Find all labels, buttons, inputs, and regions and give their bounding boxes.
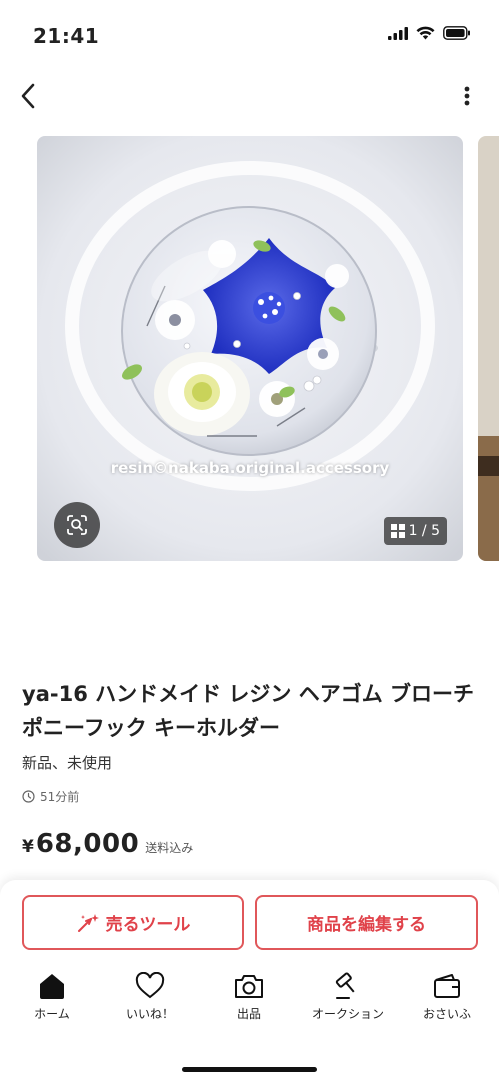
chevron-left-icon <box>21 83 35 109</box>
tab-likes-label: いいね！ <box>125 1007 174 1021</box>
more-options-button[interactable] <box>455 80 479 112</box>
lens-search-icon <box>67 515 87 535</box>
item-condition: 新品、未使用 <box>22 754 113 772</box>
tab-bar: ホーム いいね！ 出品 オークション おさいふ <box>0 972 499 1032</box>
gavel-icon <box>335 972 355 999</box>
product-image[interactable]: resin©nakaba.original.accessory 1 / 5 <box>37 136 463 561</box>
posted-time-text: 51分前 <box>40 790 80 804</box>
status-bar: 21:41 <box>0 0 499 70</box>
home-indicator <box>182 1067 317 1072</box>
signal-icon <box>388 26 408 40</box>
clock-icon <box>22 790 35 803</box>
sell-tool-button[interactable]: 売るツール <box>22 895 244 950</box>
status-time: 21:41 <box>33 24 100 48</box>
home-icon <box>40 974 64 999</box>
tab-listing[interactable]: 出品 <box>204 972 294 1022</box>
tab-auction-label: オークション <box>311 1007 384 1021</box>
bottom-panel: 売るツール 商品を編集する ホーム いいね！ 出品 オークション おさいふ <box>0 880 499 1080</box>
photo-watermark: resin©nakaba.original.accessory <box>110 459 390 477</box>
edit-item-button[interactable]: 商品を編集する <box>255 895 478 950</box>
tab-wallet[interactable]: おさいふ <box>402 972 492 1022</box>
status-icons <box>388 26 471 40</box>
sparkle-arrow-icon <box>77 913 99 932</box>
currency-symbol: ¥ <box>22 837 34 857</box>
camera-icon <box>235 975 263 998</box>
item-title: ya-16 ハンドメイド レジン ヘアゴム ブローチ ポニーフック キーホルダー <box>22 682 475 740</box>
back-button[interactable] <box>12 80 44 112</box>
grid-icon <box>390 524 405 538</box>
resin-brooch-photo <box>37 136 463 561</box>
tab-home-label: ホーム <box>34 1007 70 1021</box>
shipping-note: 送料込み <box>145 841 194 855</box>
price-row: ¥ 68,000 送料込み <box>22 829 193 859</box>
tab-wallet-label: おさいふ <box>422 1007 471 1021</box>
next-image-thumbnail <box>478 136 499 561</box>
edit-item-label: 商品を編集する <box>307 915 426 935</box>
image-search-button[interactable] <box>54 502 100 548</box>
sell-tool-label: 売るツール <box>105 915 191 935</box>
wallet-icon <box>434 974 460 998</box>
more-vertical-icon <box>464 86 470 106</box>
tab-listing-label: 出品 <box>236 1007 261 1021</box>
tab-home[interactable]: ホーム <box>7 972 97 1022</box>
wifi-icon <box>416 26 435 40</box>
posted-time: 51分前 <box>22 788 79 805</box>
tab-likes[interactable]: いいね！ <box>105 972 195 1022</box>
tab-auction[interactable]: オークション <box>303 972 393 1022</box>
next-image-preview[interactable] <box>478 136 499 561</box>
heart-icon <box>135 972 165 999</box>
item-price: 68,000 <box>35 829 140 859</box>
image-counter-text: 1 / 5 <box>408 523 440 539</box>
image-counter[interactable]: 1 / 5 <box>383 517 447 545</box>
battery-icon <box>443 26 470 40</box>
navigation-bar <box>0 70 499 122</box>
